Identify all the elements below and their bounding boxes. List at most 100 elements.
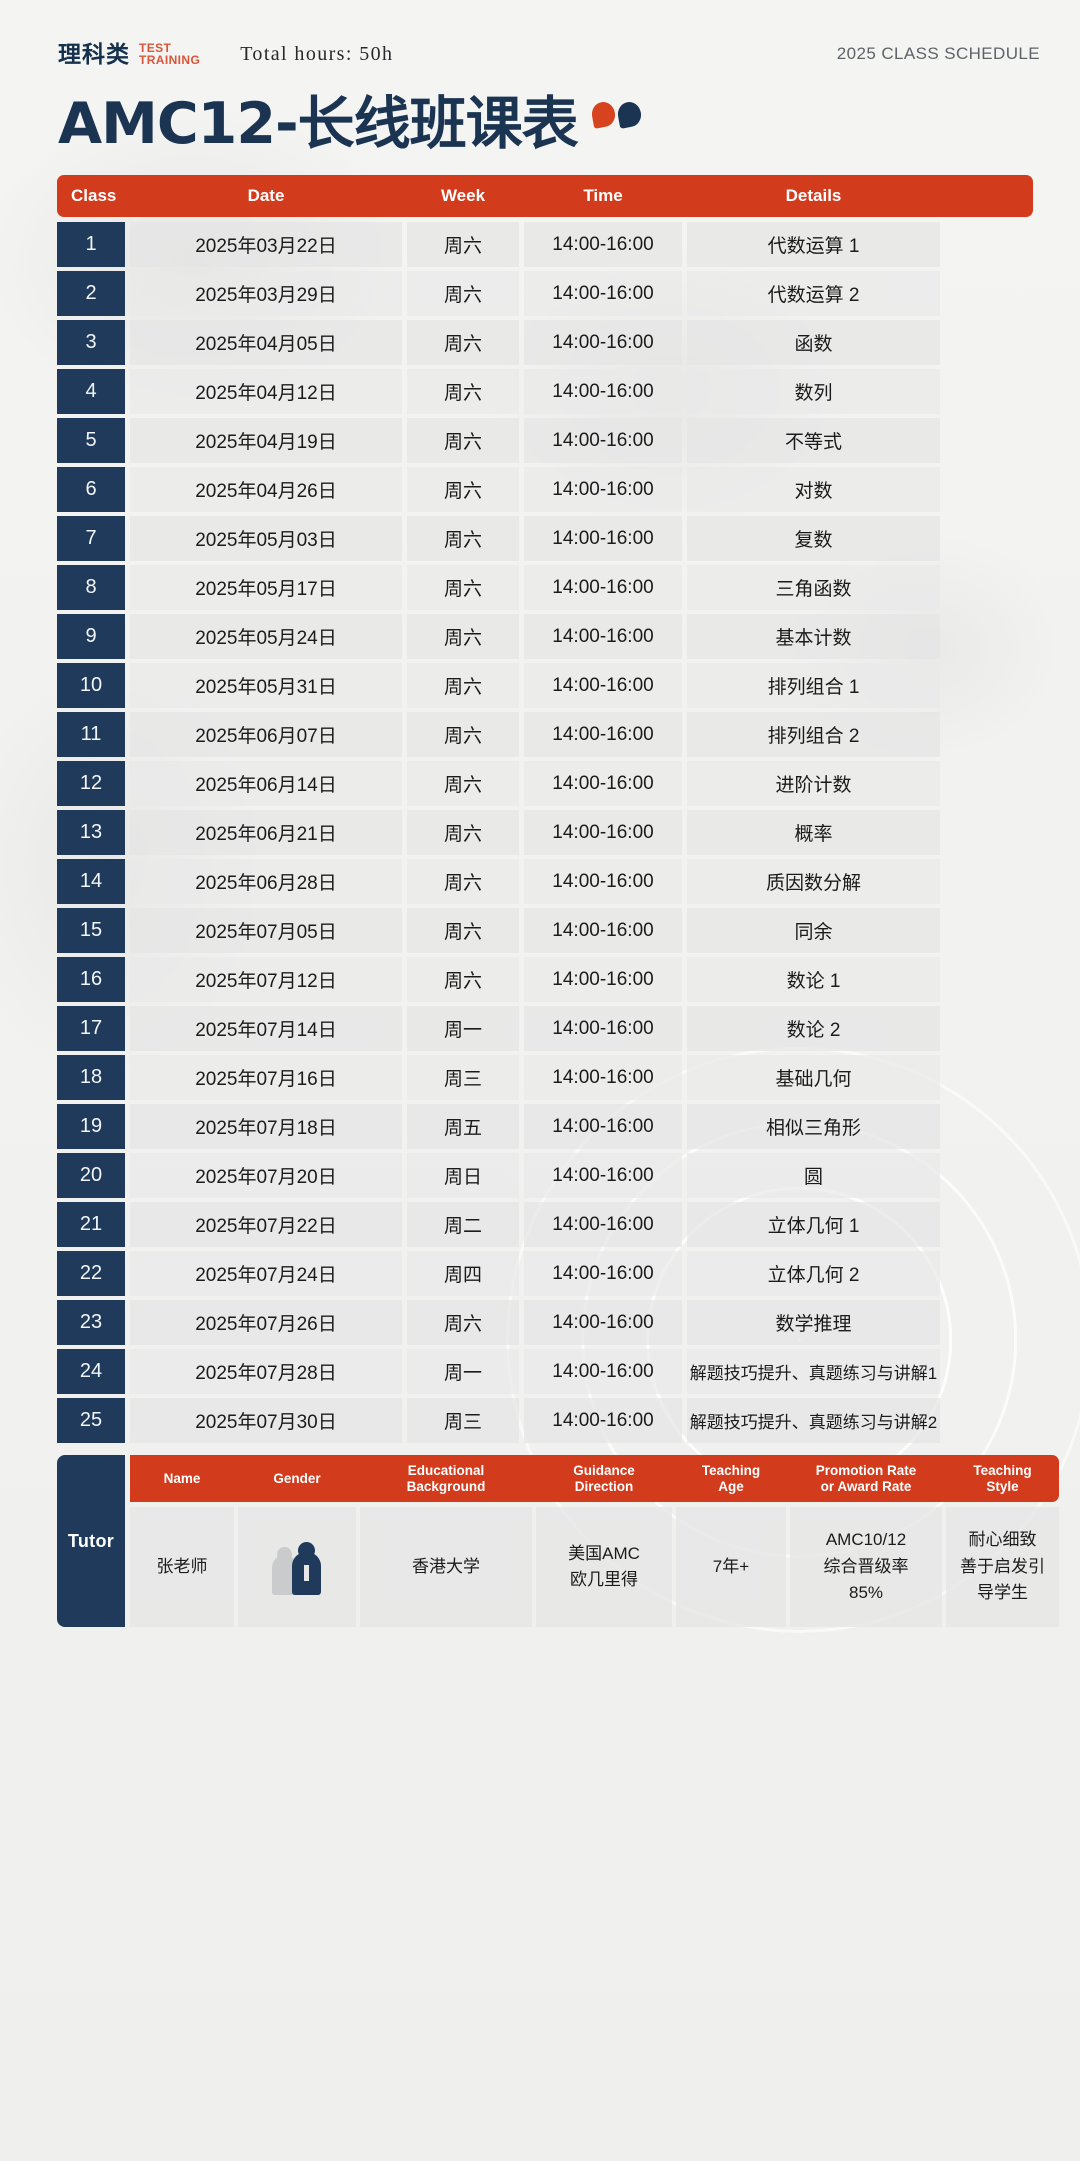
time-cell: 14:00-16:00 xyxy=(524,810,682,855)
time-cell: 14:00-16:00 xyxy=(524,1153,682,1198)
column-header-details: Details xyxy=(785,186,842,205)
tutor-value-row: 张老师 香港大学 美国AMC 欧几里得 7年+ AMC10/12 综合晋级率 8… xyxy=(130,1507,1059,1627)
table-row: 25 2025年07月30日 周三 14:00-16:00 解题技巧提升、真题练习与讲解… xyxy=(57,1398,1033,1443)
class-number-cell: 9 xyxy=(57,614,125,659)
tutor-value-guidance: 美国AMC 欧几里得 xyxy=(536,1507,672,1627)
table-row: 21 2025年07月22日 周二 14:00-16:00 立体几何 1 xyxy=(57,1202,1033,1247)
week-cell: 周六 xyxy=(407,957,519,1002)
avatar-male-tie xyxy=(304,1565,309,1581)
table-row: 6 2025年04月26日 周六 14:00-16:00 对数 xyxy=(57,467,1033,512)
week-cell: 周六 xyxy=(407,467,519,512)
week-cell: 周六 xyxy=(407,516,519,561)
details-cell: 基础几何 xyxy=(687,1055,940,1100)
speech-bubble-navy-icon xyxy=(615,100,643,129)
tutor-row-label: Tutor xyxy=(57,1455,125,1627)
table-row: 11 2025年06月07日 周六 14:00-16:00 排列组合 2 xyxy=(57,712,1033,757)
tutor-value-promotion-line1: AMC10/12 xyxy=(825,1530,907,1550)
tutor-col-style-line1: Teaching xyxy=(973,1462,1032,1478)
table-row: 19 2025年07月18日 周五 14:00-16:00 相似三角形 xyxy=(57,1104,1033,1149)
tutor-col-promotion: Promotion Rate or Award Rate xyxy=(790,1455,942,1502)
class-number-cell: 4 xyxy=(57,369,125,414)
column-header-date: Date xyxy=(247,186,285,205)
table-row: 22 2025年07月24日 周四 14:00-16:00 立体几何 2 xyxy=(57,1251,1033,1296)
tutor-value-style-line3: 导学生 xyxy=(977,1583,1028,1603)
class-number-cell: 2 xyxy=(57,271,125,316)
week-cell: 周六 xyxy=(407,271,519,316)
top-bar: 理科类 TEST TRAINING Total hours: 50h 2025 … xyxy=(0,0,1080,74)
table-row: 24 2025年07月28日 周一 14:00-16:00 解题技巧提升、真题练习与讲解… xyxy=(57,1349,1033,1394)
time-cell: 14:00-16:00 xyxy=(524,957,682,1002)
tutor-value-promotion-line3: 85% xyxy=(848,1583,884,1603)
tutor-col-age-line1: Teaching xyxy=(701,1462,761,1478)
week-cell: 周五 xyxy=(407,1104,519,1149)
class-number-cell: 15 xyxy=(57,908,125,953)
time-cell: 14:00-16:00 xyxy=(524,222,682,267)
details-cell: 数学推理 xyxy=(687,1300,940,1345)
details-cell: 不等式 xyxy=(687,418,940,463)
table-header-row: Class Date Week Time Details xyxy=(57,175,1033,217)
class-number-cell: 3 xyxy=(57,320,125,365)
tutor-value-promotion-line2: 综合晋级率 xyxy=(823,1556,909,1576)
details-cell: 立体几何 2 xyxy=(687,1251,940,1296)
page-title: AMC12-长线班课表 xyxy=(58,91,579,157)
tutor-col-guidance-label: Guidance Direction xyxy=(573,1463,635,1494)
table-row: 23 2025年07月26日 周六 14:00-16:00 数学推理 xyxy=(57,1300,1033,1345)
details-cell: 三角函数 xyxy=(687,565,940,610)
table-row: 4 2025年04月12日 周六 14:00-16:00 数列 xyxy=(57,369,1033,414)
week-cell: 周一 xyxy=(407,1349,519,1394)
brand-name-cn: 理科类 xyxy=(58,41,130,67)
table-row: 12 2025年06月14日 周六 14:00-16:00 进阶计数 xyxy=(57,761,1033,806)
week-cell: 周六 xyxy=(407,320,519,365)
tutor-col-promotion-label: Promotion Rate or Award Rate xyxy=(816,1463,917,1494)
table-row: 3 2025年04月05日 周六 14:00-16:00 函数 xyxy=(57,320,1033,365)
details-cell: 概率 xyxy=(687,810,940,855)
date-cell: 2025年04月05日 xyxy=(130,320,402,365)
brand-name-en: TEST TRAINING xyxy=(139,42,200,66)
time-cell: 14:00-16:00 xyxy=(524,1006,682,1051)
time-cell: 14:00-16:00 xyxy=(524,859,682,904)
tutor-col-education-line1: Educational xyxy=(407,1462,485,1478)
table-row: 2 2025年03月29日 周六 14:00-16:00 代数运算 2 xyxy=(57,271,1033,316)
week-cell: 周六 xyxy=(407,761,519,806)
class-number-cell: 17 xyxy=(57,1006,125,1051)
time-cell: 14:00-16:00 xyxy=(524,1055,682,1100)
date-cell: 2025年07月05日 xyxy=(130,908,402,953)
avatar-female-head xyxy=(277,1547,292,1562)
tutor-value-guidance-line2: 欧几里得 xyxy=(570,1570,638,1589)
details-cell: 解题技巧提升、真题练习与讲解1 xyxy=(687,1349,940,1394)
table-row: 18 2025年07月16日 周三 14:00-16:00 基础几何 xyxy=(57,1055,1033,1100)
tutor-col-style-label: Teaching Style xyxy=(973,1463,1031,1494)
week-cell: 周六 xyxy=(407,1300,519,1345)
date-cell: 2025年07月30日 xyxy=(130,1398,402,1443)
tutor-col-guidance-line1: Guidance xyxy=(573,1462,635,1478)
date-cell: 2025年07月22日 xyxy=(130,1202,402,1247)
tutor-col-gender: Gender xyxy=(238,1455,356,1502)
date-cell: 2025年04月26日 xyxy=(130,467,402,512)
class-number-cell: 8 xyxy=(57,565,125,610)
tutor-value-promotion: AMC10/12 综合晋级率 85% xyxy=(790,1507,942,1627)
table-row: 7 2025年05月03日 周六 14:00-16:00 复数 xyxy=(57,516,1033,561)
tutor-col-age: Teaching Age xyxy=(676,1455,786,1502)
class-number-cell: 21 xyxy=(57,1202,125,1247)
tutor-col-education: Educational Background xyxy=(360,1455,532,1502)
details-cell: 数论 1 xyxy=(687,957,940,1002)
time-cell: 14:00-16:00 xyxy=(524,565,682,610)
details-cell: 数列 xyxy=(687,369,940,414)
table-row: 17 2025年07月14日 周一 14:00-16:00 数论 2 xyxy=(57,1006,1033,1051)
week-cell: 周六 xyxy=(407,614,519,659)
tutor-value-style-line1: 耐心细致 xyxy=(968,1530,1037,1550)
week-cell: 周六 xyxy=(407,418,519,463)
date-cell: 2025年07月14日 xyxy=(130,1006,402,1051)
time-cell: 14:00-16:00 xyxy=(524,908,682,953)
date-cell: 2025年05月24日 xyxy=(130,614,402,659)
tutor-col-age-line2: Age xyxy=(718,1478,744,1494)
date-cell: 2025年07月20日 xyxy=(130,1153,402,1198)
time-cell: 14:00-16:00 xyxy=(524,467,682,512)
date-cell: 2025年05月17日 xyxy=(130,565,402,610)
details-cell: 对数 xyxy=(687,467,940,512)
date-cell: 2025年06月28日 xyxy=(130,859,402,904)
time-cell: 14:00-16:00 xyxy=(524,663,682,708)
time-cell: 14:00-16:00 xyxy=(524,761,682,806)
details-cell: 同余 xyxy=(687,908,940,953)
date-cell: 2025年05月31日 xyxy=(130,663,402,708)
